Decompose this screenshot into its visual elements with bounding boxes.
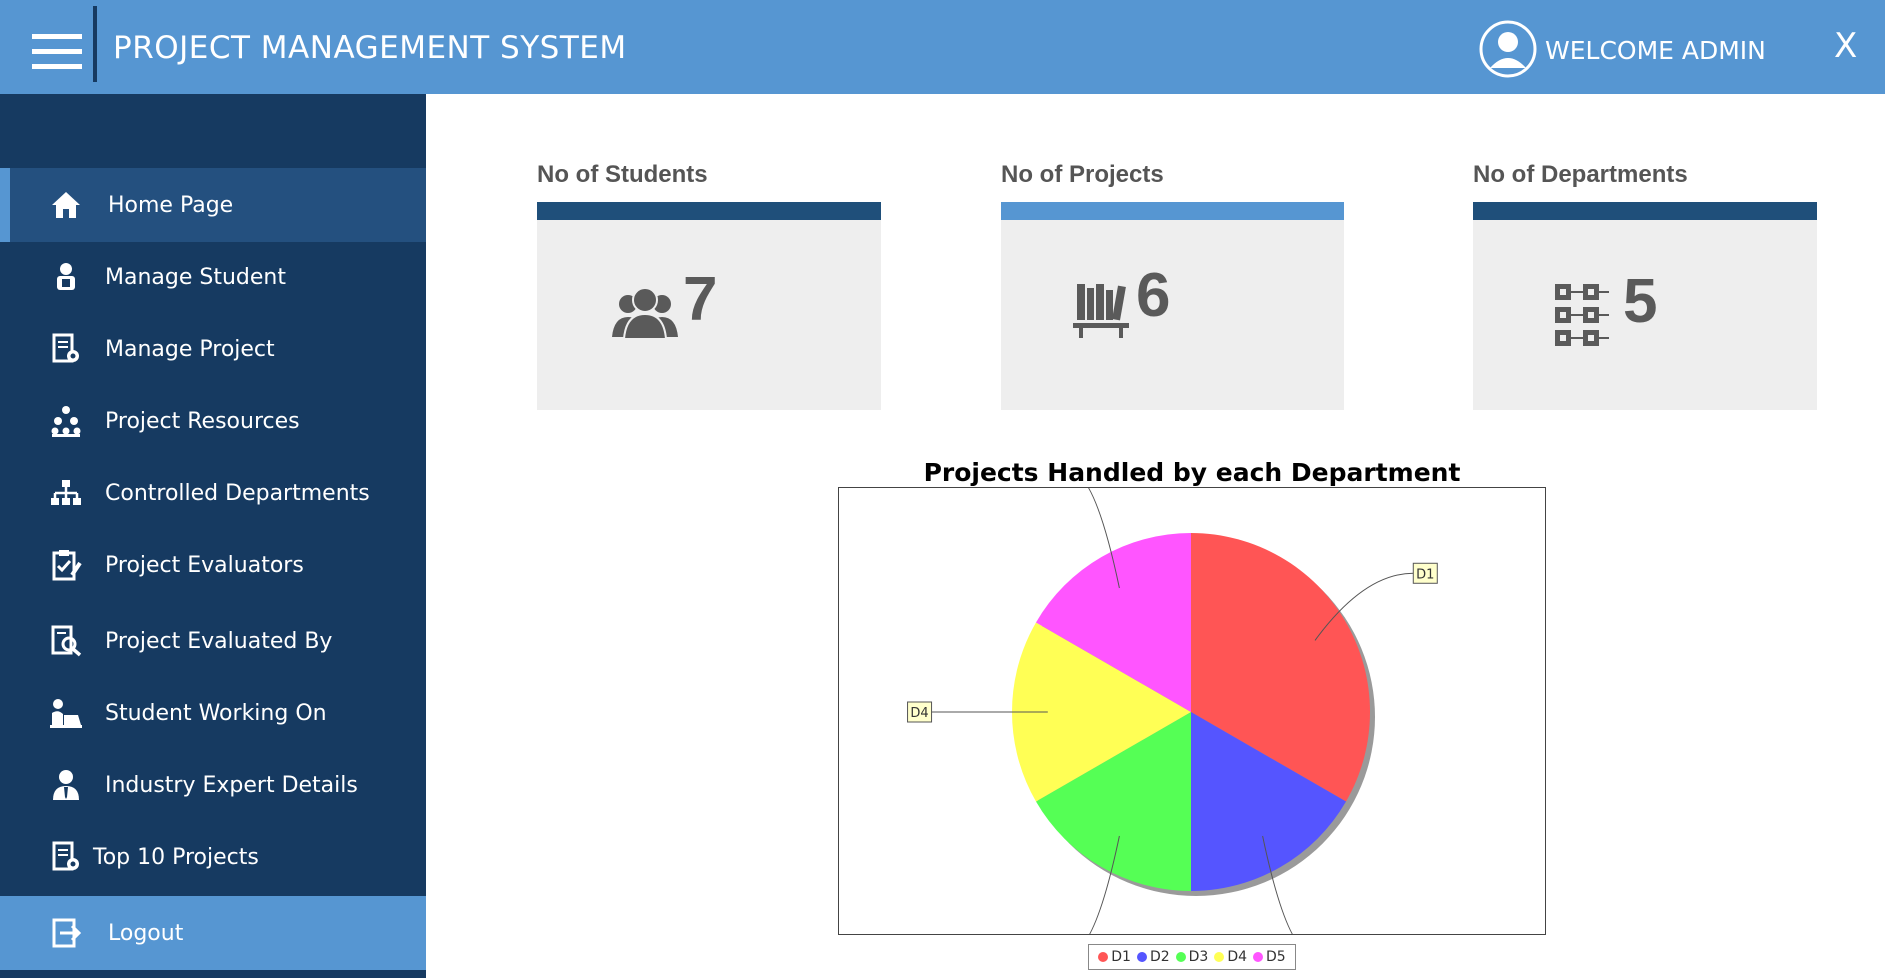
- app-title: PROJECT MANAGEMENT SYSTEM: [113, 30, 627, 66]
- sidebar-item-label: Project Resources: [105, 408, 300, 434]
- sidebar-item-label: Home Page: [108, 192, 234, 218]
- legend-label: D3: [1188, 949, 1209, 965]
- sidebar-item-project-resources[interactable]: Project Resources: [0, 384, 426, 458]
- stat-title-departments: No of Departments: [1473, 161, 1688, 188]
- stat-title-projects: No of Projects: [1001, 161, 1164, 188]
- businessman-icon: [53, 770, 79, 800]
- legend-label: D4: [1227, 949, 1248, 965]
- sidebar-item-label: Manage Student: [105, 264, 286, 290]
- chart-title: Projects Handled by each Department: [923, 458, 1461, 487]
- sidebar-item-student-working-on[interactable]: Student Working On: [0, 676, 426, 750]
- sidebar-item-manage-student[interactable]: Manage Student: [0, 240, 426, 314]
- stat-card-bar: [1473, 202, 1817, 220]
- sidebar-item-label: Project Evaluated By: [105, 628, 333, 654]
- sidebar-item-project-evaluators[interactable]: Project Evaluators: [0, 528, 426, 602]
- pie-label-d1: D1: [1412, 562, 1438, 584]
- document-search-icon: [51, 625, 82, 657]
- legend-label: D2: [1149, 949, 1170, 965]
- welcome-text: WELCOME ADMIN: [1545, 36, 1766, 65]
- legend-item-d3: D3: [1175, 949, 1209, 965]
- header-divider: [93, 6, 97, 82]
- hamburger-menu-icon[interactable]: [32, 34, 82, 72]
- chart-legend: D1 D2 D3 D4 D5: [1088, 944, 1296, 970]
- legend-dot: [1136, 952, 1147, 962]
- sidebar-item-top-10-projects[interactable]: Top 10 Projects: [0, 820, 426, 894]
- legend-label: D5: [1266, 949, 1286, 965]
- stat-card-students: 7: [537, 202, 881, 410]
- sidebar-item-industry-expert-details[interactable]: Industry Expert Details: [0, 748, 426, 822]
- pie-label-d4: D4: [907, 701, 933, 723]
- pie-label-text: D1: [1416, 567, 1434, 582]
- sidebar-item-label: Project Evaluators: [105, 552, 304, 578]
- app-header: PROJECT MANAGEMENT SYSTEM WELCOME ADMIN …: [0, 0, 1885, 94]
- legend-item-d1: D1: [1098, 949, 1131, 965]
- home-icon: [52, 192, 80, 218]
- stat-card-bar: [1001, 202, 1344, 220]
- project-settings-icon: [52, 333, 79, 363]
- document-settings-icon: [52, 841, 79, 871]
- bookshelf-icon: [1073, 284, 1129, 338]
- legend-item-d5: D5: [1253, 949, 1286, 965]
- stat-card-projects: 6: [1001, 202, 1344, 410]
- org-chart-icon: [51, 480, 81, 505]
- sidebar-item-controlled-departments[interactable]: Controlled Departments: [0, 456, 426, 530]
- student-icon: [57, 263, 75, 290]
- sidebar-item-project-evaluated-by[interactable]: Project Evaluated By: [0, 604, 426, 678]
- sidebar-item-label: Top 10 Projects: [93, 844, 259, 870]
- stat-value-students: 7: [683, 265, 718, 334]
- legend-item-d2: D2: [1136, 949, 1170, 965]
- user-avatar-icon: [1479, 20, 1537, 78]
- stat-title-students: No of Students: [537, 161, 708, 188]
- legend-dot: [1175, 952, 1186, 962]
- sidebar-item-home-page[interactable]: Home Page: [0, 168, 426, 242]
- stat-value-departments: 5: [1623, 267, 1658, 336]
- sidebar-item-label: Student Working On: [105, 700, 327, 726]
- sidebar-item-label: Manage Project: [105, 336, 275, 362]
- pie-label-text: D4: [910, 706, 928, 721]
- pie-chart: D1 D2 D3 D4 D5: [907, 461, 1438, 963]
- sidebar-item-label: Industry Expert Details: [105, 772, 358, 798]
- sidebar-item-manage-project[interactable]: Manage Project: [0, 312, 426, 386]
- stat-value-projects: 6: [1136, 261, 1171, 330]
- sidebar-item-label: Controlled Departments: [105, 480, 370, 506]
- team-hierarchy-icon: [51, 406, 81, 437]
- legend-label: D1: [1111, 949, 1131, 965]
- clipboard-check-icon: [52, 550, 82, 581]
- sidebar-item-label: Logout: [108, 920, 184, 946]
- stat-card-departments: 5: [1473, 202, 1817, 410]
- sidebar: Home Page Manage Student Manage Project: [0, 94, 426, 978]
- department-grid-icon: [1555, 284, 1609, 346]
- stat-card-bar: [537, 202, 881, 220]
- legend-dot: [1098, 952, 1109, 962]
- legend-dot: [1214, 952, 1225, 962]
- close-button[interactable]: X: [1834, 26, 1857, 66]
- legend-dot: [1253, 952, 1264, 962]
- pie-chart-frame: D1 D2 D3 D4 D5: [838, 461, 1546, 963]
- users-icon: [612, 287, 678, 339]
- legend-item-d4: D4: [1214, 949, 1247, 965]
- person-laptop-icon: [50, 699, 82, 728]
- logout-icon: [52, 918, 82, 948]
- logout-button[interactable]: Logout: [0, 896, 426, 970]
